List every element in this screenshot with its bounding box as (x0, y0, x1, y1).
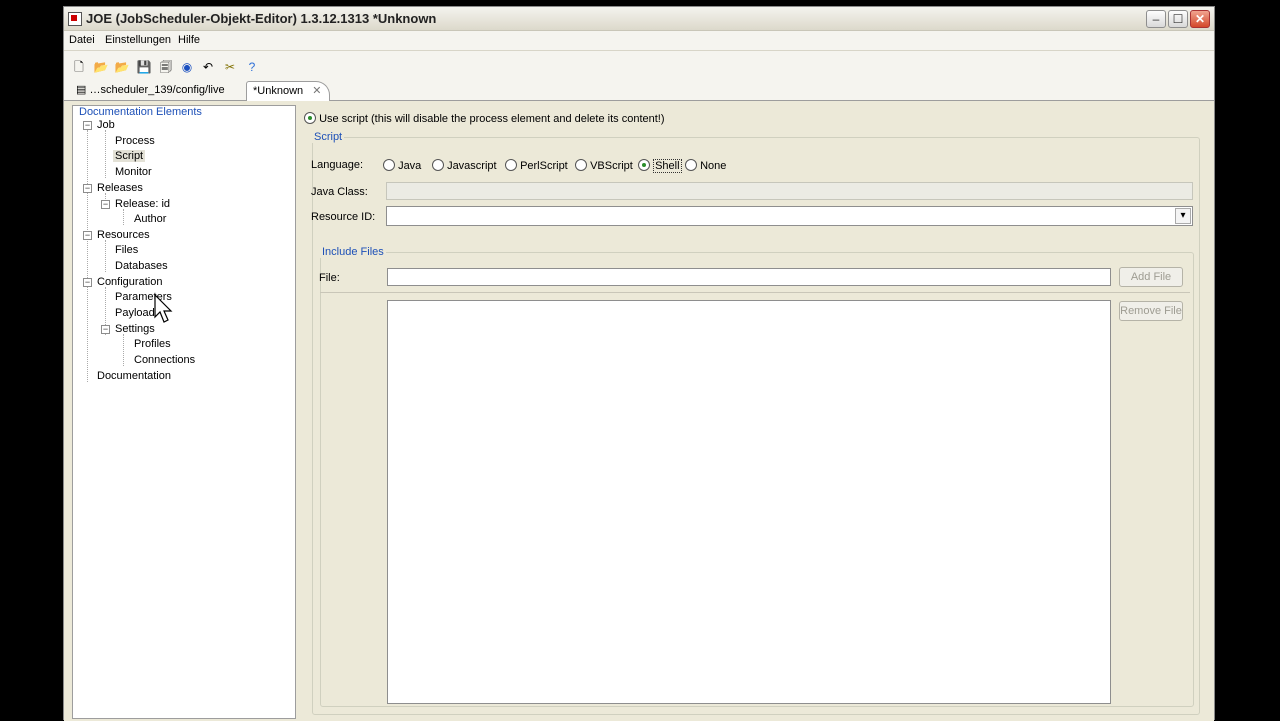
perlscript-label: PerlScript (520, 160, 568, 172)
use-script-radio[interactable] (304, 112, 316, 124)
maximize-button[interactable]: ☐ (1168, 10, 1188, 28)
documentation-tree[interactable]: Documentation Elements − Job Process Scr… (72, 105, 296, 719)
none-radio[interactable] (685, 159, 697, 171)
tab-live-config-label: …scheduler_139/config/live (89, 84, 225, 96)
tree-node-releases[interactable]: Releases (97, 182, 143, 194)
shell-radio[interactable] (638, 159, 650, 171)
tree-node-process[interactable]: Process (115, 135, 155, 147)
save-icon[interactable]: 💾 (136, 59, 152, 75)
menu-bar: Datei Einstellungen Hilfe (64, 31, 1214, 51)
java-class-label: Java Class: (311, 186, 368, 198)
minimize-button[interactable]: – (1146, 10, 1166, 28)
javascript-radio[interactable] (432, 159, 444, 171)
help-icon[interactable]: ? (244, 59, 260, 75)
javascript-label: Javascript (447, 160, 497, 172)
expand-releases-icon[interactable]: − (83, 184, 92, 193)
include-files-list[interactable] (387, 300, 1111, 704)
vbscript-label: VBScript (590, 160, 633, 172)
tab-unknown-label: *Unknown (253, 85, 304, 97)
file-input[interactable] (387, 268, 1111, 286)
language-none-option[interactable]: None (685, 159, 726, 172)
java-class-input[interactable] (386, 182, 1193, 200)
expand-resources-icon[interactable]: − (83, 231, 92, 240)
java-label: Java (398, 160, 422, 172)
add-file-button[interactable]: Add File (1119, 267, 1183, 287)
menu-einstellungen[interactable]: Einstellungen (105, 34, 171, 46)
folder-tab-icon: ▤ (76, 84, 87, 96)
remove-file-button[interactable]: Remove File (1119, 301, 1183, 321)
resource-id-select[interactable]: ▾ (386, 206, 1193, 226)
close-button[interactable]: ✕ (1190, 10, 1210, 28)
menu-datei[interactable]: Datei (69, 34, 95, 46)
new-file-icon[interactable]: 🗋 (71, 59, 87, 75)
language-label: Language: (311, 159, 363, 171)
language-vbscript-option[interactable]: VBScript (575, 159, 633, 172)
vbscript-radio[interactable] (575, 159, 587, 171)
globe-icon[interactable]: ◉ (179, 59, 195, 75)
tree-node-settings[interactable]: Settings (115, 323, 155, 335)
tree-node-profiles[interactable]: Profiles (134, 338, 171, 350)
toolbar: 🗋 📂 📂 💾 🗐 ◉ ↶ ✂ ? (64, 51, 1214, 81)
tree-node-author[interactable]: Author (134, 213, 166, 225)
tree-node-monitor[interactable]: Monitor (115, 166, 152, 178)
tab-live-config[interactable]: ▤ …scheduler_139/config/live (70, 81, 231, 101)
file-label: File: (319, 272, 340, 284)
window-title: JOE (JobScheduler-Objekt-Editor) 1.3.12.… (86, 11, 437, 26)
perlscript-radio[interactable] (505, 159, 517, 171)
title-bar[interactable]: JOE (JobScheduler-Objekt-Editor) 1.3.12.… (64, 7, 1214, 31)
tree-node-files[interactable]: Files (115, 244, 138, 256)
chevron-down-icon[interactable]: ▾ (1175, 208, 1191, 224)
tree-node-job[interactable]: Job (97, 119, 115, 131)
script-group-label: Script (312, 131, 345, 143)
language-javascript-option[interactable]: Javascript (432, 159, 497, 172)
use-script-label: Use script (this will disable the proces… (319, 113, 665, 125)
java-radio[interactable] (383, 159, 395, 171)
close-tab-icon[interactable]: ✕ (312, 85, 321, 97)
expand-release-id-icon[interactable]: − (101, 200, 110, 209)
tree-node-configuration[interactable]: Configuration (97, 276, 162, 288)
open-folder-icon[interactable]: 📂 (93, 59, 109, 75)
open-remote-folder-icon[interactable]: 📂 (114, 59, 130, 75)
use-script-option[interactable]: Use script (this will disable the proces… (304, 112, 665, 125)
tab-unknown[interactable]: *Unknown ✕ (246, 81, 330, 101)
language-java-option[interactable]: Java (383, 159, 421, 172)
expand-configuration-icon[interactable]: − (83, 278, 92, 287)
save-as-icon[interactable]: 🗐 (158, 59, 174, 75)
expand-settings-icon[interactable]: − (101, 325, 110, 334)
tree-node-payload[interactable]: Payload (115, 307, 155, 319)
tree-node-connections[interactable]: Connections (134, 354, 195, 366)
editor-tabs: ▤ …scheduler_139/config/live *Unknown ✕ (64, 81, 1214, 101)
tree-node-resources[interactable]: Resources (97, 229, 150, 241)
script-editor-pane: Use script (this will disable the proces… (304, 105, 1204, 719)
tree-node-documentation[interactable]: Documentation (97, 370, 171, 382)
resource-id-label: Resource ID: (311, 211, 376, 223)
tools-icon[interactable]: ✂ (222, 59, 238, 75)
separator (320, 292, 1190, 293)
none-label: None (700, 160, 727, 172)
app-icon (68, 12, 82, 26)
tree-node-release-id[interactable]: Release: id (115, 198, 170, 210)
mouse-cursor-icon (154, 294, 173, 323)
menu-hilfe[interactable]: Hilfe (178, 34, 200, 46)
tree-header: Documentation Elements (79, 106, 202, 118)
tree-node-databases[interactable]: Databases (115, 260, 168, 272)
tree-node-script[interactable]: Script (113, 150, 146, 162)
editor-content: Documentation Elements − Job Process Scr… (64, 102, 1214, 721)
expand-job-icon[interactable]: − (83, 121, 92, 130)
language-perlscript-option[interactable]: PerlScript (505, 159, 568, 172)
language-shell-option[interactable]: Shell (638, 159, 682, 173)
app-window: JOE (JobScheduler-Objekt-Editor) 1.3.12.… (63, 6, 1215, 721)
include-files-label: Include Files (320, 246, 386, 258)
undo-icon[interactable]: ↶ (200, 59, 216, 75)
shell-label: Shell (653, 159, 682, 173)
